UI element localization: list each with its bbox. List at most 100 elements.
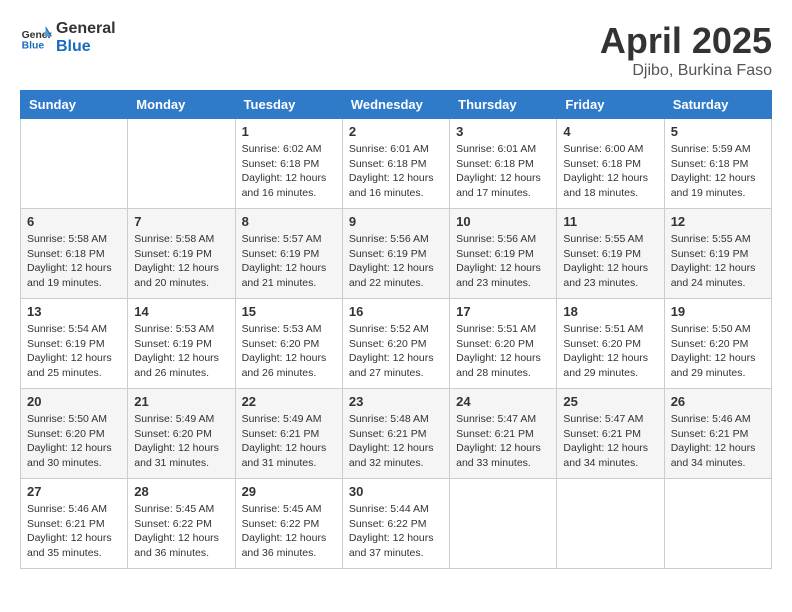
calendar-table: SundayMondayTuesdayWednesdayThursdayFrid…: [20, 90, 772, 569]
day-number: 17: [456, 304, 550, 319]
column-header-thursday: Thursday: [450, 91, 557, 119]
day-number: 13: [27, 304, 121, 319]
calendar-cell: 20 Sunrise: 5:50 AMSunset: 6:20 PMDayligh…: [21, 389, 128, 479]
day-number: 9: [349, 214, 443, 229]
day-info: Sunrise: 5:50 AMSunset: 6:20 PMDaylight:…: [27, 412, 121, 471]
calendar-cell: 22 Sunrise: 5:49 AMSunset: 6:21 PMDayligh…: [235, 389, 342, 479]
calendar-cell: [450, 479, 557, 569]
day-info: Sunrise: 5:47 AMSunset: 6:21 PMDaylight:…: [563, 412, 657, 471]
column-header-wednesday: Wednesday: [342, 91, 449, 119]
calendar-cell: 3 Sunrise: 6:01 AMSunset: 6:18 PMDaylight…: [450, 119, 557, 209]
calendar-cell: 28Sunrise: 5:45 AMSunset: 6:22 PMDayligh…: [128, 479, 235, 569]
calendar-cell: 4 Sunrise: 6:00 AMSunset: 6:18 PMDaylight…: [557, 119, 664, 209]
day-number: 1: [242, 124, 336, 139]
day-number: 18: [563, 304, 657, 319]
day-number: 29: [242, 484, 336, 499]
calendar-cell: 26 Sunrise: 5:46 AMSunset: 6:21 PMDayligh…: [664, 389, 771, 479]
calendar-cell: 30Sunrise: 5:44 AMSunset: 6:22 PMDayligh…: [342, 479, 449, 569]
day-info: Sunrise: 5:44 AMSunset: 6:22 PMDaylight:…: [349, 502, 443, 561]
week-row-4: 20 Sunrise: 5:50 AMSunset: 6:20 PMDayligh…: [21, 389, 772, 479]
calendar-cell: 24 Sunrise: 5:47 AMSunset: 6:21 PMDayligh…: [450, 389, 557, 479]
day-info: Sunrise: 5:54 AMSunset: 6:19 PMDaylight:…: [27, 322, 121, 381]
day-info: Sunrise: 5:49 AMSunset: 6:20 PMDaylight:…: [134, 412, 228, 471]
day-number: 5: [671, 124, 765, 139]
calendar-cell: 13 Sunrise: 5:54 AMSunset: 6:19 PMDayligh…: [21, 299, 128, 389]
calendar-cell: 14 Sunrise: 5:53 AMSunset: 6:19 PMDayligh…: [128, 299, 235, 389]
calendar-header-row: SundayMondayTuesdayWednesdayThursdayFrid…: [21, 91, 772, 119]
day-info: Sunrise: 5:47 AMSunset: 6:21 PMDaylight:…: [456, 412, 550, 471]
calendar-cell: 6Sunrise: 5:58 AMSunset: 6:18 PMDaylight…: [21, 209, 128, 299]
day-number: 24: [456, 394, 550, 409]
calendar-cell: 8 Sunrise: 5:57 AMSunset: 6:19 PMDaylight…: [235, 209, 342, 299]
calendar-cell: 5 Sunrise: 5:59 AMSunset: 6:18 PMDaylight…: [664, 119, 771, 209]
logo-general-text: General: [56, 20, 116, 38]
day-number: 10: [456, 214, 550, 229]
calendar-cell: 23Sunrise: 5:48 AMSunset: 6:21 PMDayligh…: [342, 389, 449, 479]
day-number: 11: [563, 214, 657, 229]
title-block: April 2025 Djibo, Burkina Faso: [600, 20, 772, 80]
calendar-cell: 7Sunrise: 5:58 AMSunset: 6:19 PMDaylight…: [128, 209, 235, 299]
logo-blue-text: Blue: [56, 38, 116, 56]
day-number: 14: [134, 304, 228, 319]
calendar-cell: 1 Sunrise: 6:02 AMSunset: 6:18 PMDaylight…: [235, 119, 342, 209]
calendar-cell: 15Sunrise: 5:53 AMSunset: 6:20 PMDayligh…: [235, 299, 342, 389]
calendar-cell: 18Sunrise: 5:51 AMSunset: 6:20 PMDayligh…: [557, 299, 664, 389]
day-number: 22: [242, 394, 336, 409]
day-number: 21: [134, 394, 228, 409]
day-number: 3: [456, 124, 550, 139]
day-info: Sunrise: 5:45 AMSunset: 6:22 PMDaylight:…: [242, 502, 336, 561]
column-header-saturday: Saturday: [664, 91, 771, 119]
day-number: 8: [242, 214, 336, 229]
day-info: Sunrise: 5:53 AMSunset: 6:19 PMDaylight:…: [134, 322, 228, 381]
calendar-cell: [557, 479, 664, 569]
day-info: Sunrise: 5:46 AMSunset: 6:21 PMDaylight:…: [671, 412, 765, 471]
calendar-cell: 25 Sunrise: 5:47 AMSunset: 6:21 PMDayligh…: [557, 389, 664, 479]
calendar-cell: 27 Sunrise: 5:46 AMSunset: 6:21 PMDayligh…: [21, 479, 128, 569]
day-info: Sunrise: 6:01 AMSunset: 6:18 PMDaylight:…: [456, 142, 550, 201]
calendar-cell: [128, 119, 235, 209]
day-info: Sunrise: 6:01 AMSunset: 6:18 PMDaylight:…: [349, 142, 443, 201]
day-number: 26: [671, 394, 765, 409]
day-info: Sunrise: 5:51 AMSunset: 6:20 PMDaylight:…: [456, 322, 550, 381]
week-row-1: 1 Sunrise: 6:02 AMSunset: 6:18 PMDaylight…: [21, 119, 772, 209]
calendar-cell: 12Sunrise: 5:55 AMSunset: 6:19 PMDayligh…: [664, 209, 771, 299]
day-info: Sunrise: 5:53 AMSunset: 6:20 PMDaylight:…: [242, 322, 336, 381]
day-info: Sunrise: 5:59 AMSunset: 6:18 PMDaylight:…: [671, 142, 765, 201]
calendar-cell: 21 Sunrise: 5:49 AMSunset: 6:20 PMDayligh…: [128, 389, 235, 479]
day-info: Sunrise: 5:48 AMSunset: 6:21 PMDaylight:…: [349, 412, 443, 471]
day-info: Sunrise: 6:00 AMSunset: 6:18 PMDaylight:…: [563, 142, 657, 201]
calendar-cell: 29 Sunrise: 5:45 AMSunset: 6:22 PMDayligh…: [235, 479, 342, 569]
day-info: Sunrise: 5:46 AMSunset: 6:21 PMDaylight:…: [27, 502, 121, 561]
column-header-friday: Friday: [557, 91, 664, 119]
day-info: Sunrise: 6:02 AMSunset: 6:18 PMDaylight:…: [242, 142, 336, 201]
day-number: 25: [563, 394, 657, 409]
column-header-sunday: Sunday: [21, 91, 128, 119]
week-row-5: 27 Sunrise: 5:46 AMSunset: 6:21 PMDayligh…: [21, 479, 772, 569]
calendar-cell: 16 Sunrise: 5:52 AMSunset: 6:20 PMDayligh…: [342, 299, 449, 389]
day-info: Sunrise: 5:52 AMSunset: 6:20 PMDaylight:…: [349, 322, 443, 381]
day-info: Sunrise: 5:49 AMSunset: 6:21 PMDaylight:…: [242, 412, 336, 471]
day-info: Sunrise: 5:58 AMSunset: 6:19 PMDaylight:…: [134, 232, 228, 291]
day-number: 16: [349, 304, 443, 319]
day-number: 28: [134, 484, 228, 499]
calendar-cell: 11Sunrise: 5:55 AMSunset: 6:19 PMDayligh…: [557, 209, 664, 299]
day-info: Sunrise: 5:57 AMSunset: 6:19 PMDaylight:…: [242, 232, 336, 291]
day-number: 12: [671, 214, 765, 229]
day-number: 20: [27, 394, 121, 409]
calendar-cell: 17 Sunrise: 5:51 AMSunset: 6:20 PMDayligh…: [450, 299, 557, 389]
day-number: 4: [563, 124, 657, 139]
page-header: General Blue General Blue April 2025 Dji…: [20, 20, 772, 80]
day-number: 27: [27, 484, 121, 499]
day-info: Sunrise: 5:56 AMSunset: 6:19 PMDaylight:…: [349, 232, 443, 291]
calendar-cell: [664, 479, 771, 569]
day-number: 6: [27, 214, 121, 229]
column-header-monday: Monday: [128, 91, 235, 119]
day-number: 19: [671, 304, 765, 319]
day-info: Sunrise: 5:50 AMSunset: 6:20 PMDaylight:…: [671, 322, 765, 381]
logo: General Blue General Blue: [20, 20, 116, 56]
day-info: Sunrise: 5:56 AMSunset: 6:19 PMDaylight:…: [456, 232, 550, 291]
month-title: April 2025: [600, 20, 772, 62]
calendar-cell: 19 Sunrise: 5:50 AMSunset: 6:20 PMDayligh…: [664, 299, 771, 389]
day-number: 2: [349, 124, 443, 139]
svg-text:Blue: Blue: [22, 40, 45, 51]
